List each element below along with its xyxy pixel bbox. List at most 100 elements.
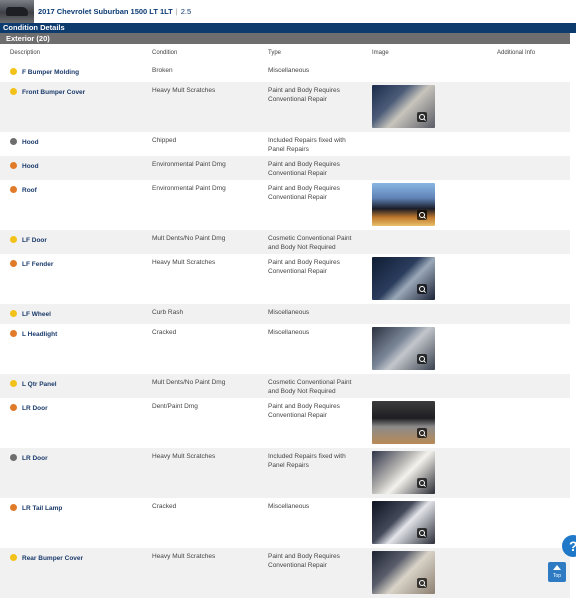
damage-type: Included Repairs fixed with Panel Repair… xyxy=(268,453,346,469)
severity-dot-icon xyxy=(10,186,17,193)
damage-type: Miscellaneous xyxy=(268,67,310,74)
damage-photo-thumbnail[interactable] xyxy=(372,257,435,300)
damage-description-link[interactable]: LF Door xyxy=(22,237,47,244)
damage-condition: Chipped xyxy=(152,137,177,144)
damage-type: Paint and Body Requires Conventional Rep… xyxy=(268,87,340,103)
vehicle-thumbnail[interactable] xyxy=(0,0,34,23)
severity-dot-icon xyxy=(10,138,17,145)
damage-description-link[interactable]: LR Tail Lamp xyxy=(22,505,62,512)
damage-type: Miscellaneous xyxy=(268,503,310,510)
damage-condition: Environmental Paint Dmg xyxy=(152,161,226,168)
condition-details-header: Condition Details xyxy=(0,23,576,33)
severity-dot-icon xyxy=(10,260,17,267)
severity-dot-icon xyxy=(10,68,17,75)
damage-description-link[interactable]: L Qtr Panel xyxy=(22,381,57,388)
damage-type: Cosmetic Conventional Paint and Body Not… xyxy=(268,379,352,395)
damage-row: Rear Bumper Cover Heavy Mult Scratches Pai… xyxy=(0,548,570,598)
severity-dot-icon xyxy=(10,454,17,461)
damage-type: Paint and Body Requires Conventional Rep… xyxy=(268,403,340,419)
severity-dot-icon xyxy=(10,88,17,95)
damage-description-link[interactable]: L Headlight xyxy=(22,331,57,338)
zoom-icon[interactable] xyxy=(417,354,427,364)
severity-dot-icon xyxy=(10,310,17,317)
damage-condition: Curb Rash xyxy=(152,309,184,316)
damage-row: Hood Chipped Included Repairs fixed with P… xyxy=(0,132,570,156)
damage-type: Paint and Body Requires Conventional Rep… xyxy=(268,553,340,569)
damage-condition: Environmental Paint Dmg xyxy=(152,185,226,192)
vehicle-name: 2017 Chevrolet Suburban 1500 LT 1LT xyxy=(38,7,173,16)
damage-type: Cosmetic Conventional Paint and Body Not… xyxy=(268,235,352,251)
damage-condition: Heavy Mult Scratches xyxy=(152,553,216,560)
zoom-icon[interactable] xyxy=(417,528,427,538)
damage-condition: Heavy Mult Scratches xyxy=(152,259,216,266)
zoom-icon[interactable] xyxy=(417,478,427,488)
damage-description-link[interactable]: Front Bumper Cover xyxy=(22,89,85,96)
damage-row: LF Fender Heavy Mult Scratches Paint and B… xyxy=(0,254,570,304)
damage-type: Paint and Body Requires Conventional Rep… xyxy=(268,259,340,275)
damage-condition: Heavy Mult Scratches xyxy=(152,87,216,94)
damage-description-link[interactable]: LR Door xyxy=(22,455,48,462)
damage-photo-thumbnail[interactable] xyxy=(372,183,435,226)
damage-description-link[interactable]: Roof xyxy=(22,187,37,194)
zoom-icon[interactable] xyxy=(417,428,427,438)
damage-type: Miscellaneous xyxy=(268,329,310,336)
severity-dot-icon xyxy=(10,236,17,243)
back-to-top-button[interactable]: Top xyxy=(548,562,566,582)
exterior-section-header[interactable]: Exterior (20) xyxy=(0,33,570,44)
damage-row: LF Wheel Curb Rash Miscellaneous xyxy=(0,304,570,324)
damage-photo-thumbnail[interactable] xyxy=(372,451,435,494)
column-additional-info: Additional Info xyxy=(497,50,536,56)
damage-condition: Mult Dents/No Paint Dmg xyxy=(152,379,226,386)
damage-photo-thumbnail[interactable] xyxy=(372,501,435,544)
damage-description-link[interactable]: LF Fender xyxy=(22,261,53,268)
damage-type: Paint and Body Requires Conventional Rep… xyxy=(268,161,340,177)
damage-row: LF Door Mult Dents/No Paint Dmg Cosmetic C… xyxy=(0,230,570,254)
vehicle-grade: 2.5 xyxy=(180,7,192,16)
damage-type: Miscellaneous xyxy=(268,309,310,316)
severity-dot-icon xyxy=(10,554,17,561)
damage-description-link[interactable]: Rear Bumper Cover xyxy=(22,555,83,562)
severity-dot-icon xyxy=(10,504,17,511)
damage-row: LR Tail Lamp Cracked Miscellaneous xyxy=(0,498,570,548)
column-type: Type xyxy=(268,50,282,56)
damage-type: Included Repairs fixed with Panel Repair… xyxy=(268,137,346,153)
severity-dot-icon xyxy=(10,162,17,169)
damage-row: Roof Environmental Paint Dmg Paint and Bod… xyxy=(0,180,570,230)
damage-type: Paint and Body Requires Conventional Rep… xyxy=(268,185,340,201)
severity-dot-icon xyxy=(10,404,17,411)
damage-photo-thumbnail[interactable] xyxy=(372,401,435,444)
column-condition: Condition xyxy=(152,50,178,56)
zoom-icon[interactable] xyxy=(417,578,427,588)
severity-dot-icon xyxy=(10,380,17,387)
damage-row: L Qtr Panel Mult Dents/No Paint Dmg Cosmet… xyxy=(0,374,570,398)
damage-description-link[interactable]: LR Door xyxy=(22,405,48,412)
vehicle-header: 2017 Chevrolet Suburban 1500 LT 1LT | 2.5 xyxy=(0,0,576,23)
damage-row: L Headlight Cracked Miscellaneous xyxy=(0,324,570,374)
damage-description-link[interactable]: Hood xyxy=(22,163,39,170)
title-separator: | xyxy=(175,7,178,16)
damage-condition: Heavy Mult Scratches xyxy=(152,453,216,460)
damage-photo-thumbnail[interactable] xyxy=(372,327,435,370)
damage-condition: Broken xyxy=(152,67,173,74)
damage-description-link[interactable]: LF Wheel xyxy=(22,311,51,318)
damage-row: Hood Environmental Paint Dmg Paint and Bod… xyxy=(0,156,570,180)
damage-condition: Cracked xyxy=(152,503,177,510)
up-arrow-icon xyxy=(553,565,561,570)
damage-condition: Mult Dents/No Paint Dmg xyxy=(152,235,226,242)
damage-photo-thumbnail[interactable] xyxy=(372,85,435,128)
damage-row: Front Bumper Cover Heavy Mult Scratches Pa… xyxy=(0,82,570,132)
column-image: Image xyxy=(372,50,389,56)
damage-description-link[interactable]: F Bumper Molding xyxy=(22,69,79,76)
damage-row: LR Door Dent/Paint Dmg Paint and Body Requ… xyxy=(0,398,570,448)
zoom-icon[interactable] xyxy=(417,210,427,220)
zoom-icon[interactable] xyxy=(417,112,427,122)
damage-photo-thumbnail[interactable] xyxy=(372,551,435,594)
damage-condition: Dent/Paint Dmg xyxy=(152,403,198,410)
zoom-icon[interactable] xyxy=(417,284,427,294)
column-description: Description xyxy=(10,50,41,56)
damage-row: LR Door Heavy Mult Scratches Included Repa… xyxy=(0,448,570,498)
damage-row: F Bumper Molding Broken Miscellaneous xyxy=(0,62,570,82)
severity-dot-icon xyxy=(10,330,17,337)
damage-description-link[interactable]: Hood xyxy=(22,139,39,146)
vehicle-title: 2017 Chevrolet Suburban 1500 LT 1LT | 2.5 xyxy=(38,7,191,16)
